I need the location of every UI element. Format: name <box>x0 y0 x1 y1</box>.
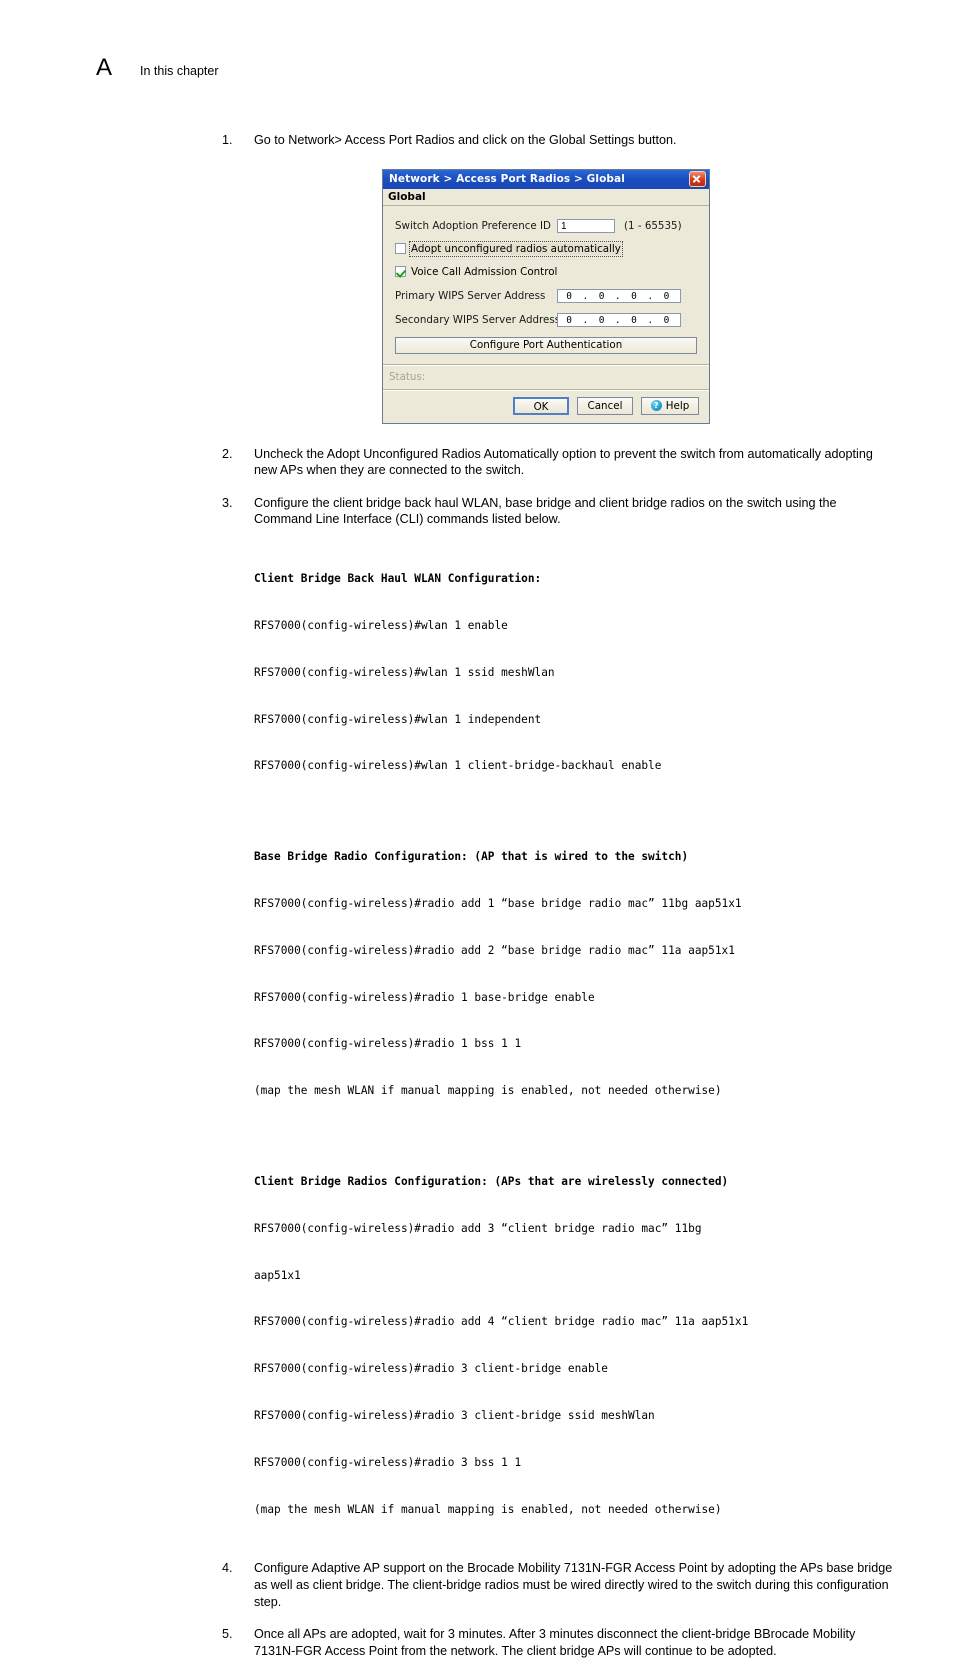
step-1: 1. Go to Network> Access Port Radios and… <box>222 132 894 149</box>
chapter-caption: In this chapter <box>140 64 219 78</box>
cli-block-2-line-0: RFS7000(config-wireless)#radio add 1 “ba… <box>254 897 742 911</box>
cli-block-2-line-4: (map the mesh WLAN if manual mapping is … <box>254 1084 722 1098</box>
cli-block-1-line-3: RFS7000(config-wireless)#wlan 1 client-b… <box>254 759 662 773</box>
secondary-wips-row: Secondary WIPS Server Address 0 . 0 . 0 … <box>395 312 697 327</box>
dialog-screenshot-wrap: Network > Access Port Radios > Global Gl… <box>222 168 894 424</box>
cli-block-3-line-2: RFS7000(config-wireless)#radio add 4 “cl… <box>254 1315 749 1329</box>
step-5-number: 5. <box>222 1627 233 1642</box>
secondary-wips-input[interactable]: 0 . 0 . 0 . 0 <box>557 312 681 327</box>
configure-port-authentication-button[interactable]: Configure Port Authentication <box>395 336 697 354</box>
step-4-text: Configure Adaptive AP support on the Bro… <box>254 1561 893 1609</box>
cli-block-2-line-1: RFS7000(config-wireless)#radio add 2 “ba… <box>254 943 735 957</box>
dialog-status-bar: Status: <box>383 363 709 389</box>
switch-adoption-preference-range: (1 - 65535) <box>624 219 682 232</box>
cli-block-2-line-2: RFS7000(config-wireless)#radio 1 base-br… <box>254 990 595 1004</box>
dialog-section-header: Global <box>383 188 709 206</box>
step-3-number: 3. <box>222 495 233 510</box>
step-4-number: 4. <box>222 1561 233 1576</box>
step-3-text: Configure the client bridge back haul WL… <box>254 495 837 527</box>
step-5: 5. Once all APs are adopted, wait for 3 … <box>222 1626 894 1659</box>
voice-call-admission-control-label[interactable]: Voice Call Admission Control <box>411 266 557 278</box>
step-3: 3. Configure the client bridge back haul… <box>222 495 894 528</box>
close-icon[interactable] <box>689 171 706 188</box>
cli-block-2-line-3: RFS7000(config-wireless)#radio 1 bss 1 1 <box>254 1037 522 1051</box>
cli-block-client-bridge-backhaul: Client Bridge Back Haul WLAN Configurati… <box>254 540 894 805</box>
voice-call-admission-control-checkbox[interactable] <box>395 266 406 278</box>
cancel-button[interactable]: Cancel <box>577 396 633 415</box>
step-1-text: Go to Network> Access Port Radios and cl… <box>254 133 677 147</box>
page-header: A In this chapter <box>96 56 219 80</box>
dialog-body: Switch Adoption Preference ID 1 (1 - 655… <box>383 205 709 364</box>
adopt-unconfigured-radios-checkbox[interactable] <box>395 243 406 255</box>
step-4: 4. Configure Adaptive AP support on the … <box>222 1560 894 1610</box>
cli-block-1-line-2: RFS7000(config-wireless)#wlan 1 independ… <box>254 712 542 726</box>
cli-block-3-line-3: RFS7000(config-wireless)#radio 3 client-… <box>254 1362 608 1376</box>
adopt-unconfigured-radios-row[interactable]: Adopt unconfigured radios automatically <box>395 240 697 257</box>
secondary-wips-label: Secondary WIPS Server Address <box>395 313 561 326</box>
step-1-number: 1. <box>222 133 233 147</box>
adopt-unconfigured-radios-label[interactable]: Adopt unconfigured radios automatically <box>409 240 623 257</box>
document-content: 1. Go to Network> Access Port Radios and… <box>222 132 894 1659</box>
voice-call-admission-control-row[interactable]: Voice Call Admission Control <box>395 266 697 278</box>
dialog-title: Network > Access Port Radios > Global <box>389 173 625 186</box>
step-2-text: Uncheck the Adopt Unconfigured Radios Au… <box>254 446 873 478</box>
step-2-number: 2. <box>222 446 233 461</box>
switch-adoption-preference-row: Switch Adoption Preference ID 1 (1 - 655… <box>395 218 697 233</box>
dialog-titlebar: Network > Access Port Radios > Global <box>383 169 709 189</box>
cli-block-3-line-1: aap51x1 <box>254 1268 301 1282</box>
chapter-letter: A <box>96 54 113 81</box>
cli-block-3-line-0: RFS7000(config-wireless)#radio add 3 “cl… <box>254 1221 702 1235</box>
cli-block-3-line-4: RFS7000(config-wireless)#radio 3 client-… <box>254 1409 655 1423</box>
help-button[interactable]: ? Help <box>641 396 699 415</box>
step-5-text: Once all APs are adopted, wait for 3 min… <box>254 1627 856 1658</box>
cli-block-3-line-6: (map the mesh WLAN if manual mapping is … <box>254 1502 722 1516</box>
help-button-label: Help <box>665 399 690 412</box>
step-2: 2. Uncheck the Adopt Unconfigured Radios… <box>222 446 894 479</box>
ok-button[interactable]: OK <box>513 396 569 415</box>
cli-block-client-bridge-radios: Client Bridge Radios Configuration: (APs… <box>254 1143 894 1548</box>
cli-block-1-line-0: RFS7000(config-wireless)#wlan 1 enable <box>254 618 508 632</box>
switch-adoption-preference-input[interactable]: 1 <box>557 218 615 233</box>
cli-block-3-title: Client Bridge Radios Configuration: (APs… <box>254 1175 729 1189</box>
switch-adoption-preference-label: Switch Adoption Preference ID <box>395 219 551 232</box>
cli-block-2-title: Base Bridge Radio Configuration: (AP tha… <box>254 850 689 864</box>
primary-wips-input[interactable]: 0 . 0 . 0 . 0 <box>557 288 681 303</box>
cli-block-1-title: Client Bridge Back Haul WLAN Configurati… <box>254 572 542 586</box>
global-settings-dialog: Network > Access Port Radios > Global Gl… <box>382 168 710 424</box>
cli-block-base-bridge-radio: Base Bridge Radio Configuration: (AP tha… <box>254 818 894 1130</box>
primary-wips-row: Primary WIPS Server Address 0 . 0 . 0 . … <box>395 288 697 303</box>
dialog-button-bar: OK Cancel ? Help <box>383 388 709 423</box>
primary-wips-label: Primary WIPS Server Address <box>395 289 546 302</box>
cli-block-3-line-5: RFS7000(config-wireless)#radio 3 bss 1 1 <box>254 1455 522 1469</box>
cli-block-1-line-1: RFS7000(config-wireless)#wlan 1 ssid mes… <box>254 665 555 679</box>
help-icon: ? <box>650 400 662 412</box>
